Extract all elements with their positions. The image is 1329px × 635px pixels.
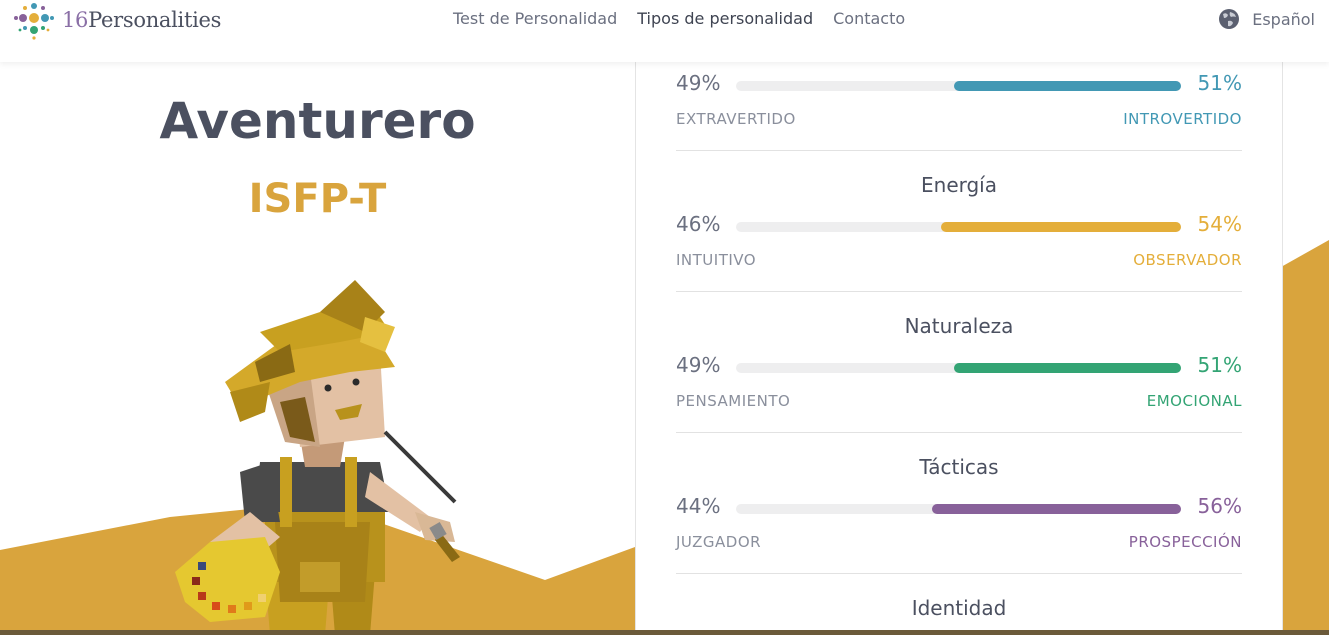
site-header: 16Personalities Test de Personalidad Tip… xyxy=(0,0,1329,62)
percent-left: 49% xyxy=(676,353,721,377)
traits-card: 49% 51% EXTRAVERTIDO INTROVERTIDO Energí… xyxy=(635,62,1283,635)
trait-title: Naturaleza xyxy=(904,314,1014,338)
adventurer-illustration xyxy=(175,280,460,635)
divider xyxy=(676,291,1242,292)
label-left: INTUITIVO xyxy=(676,251,757,269)
label-left: PENSAMIENTO xyxy=(676,392,791,410)
trait-bar-row: 44% 56% xyxy=(676,494,1242,520)
trait-bar-row: 49% 51% xyxy=(676,353,1242,379)
logo-text: 16Personalities xyxy=(62,8,221,32)
type-code: ISFP-T xyxy=(248,176,387,222)
trait-fill xyxy=(931,504,1181,514)
percent-left: 46% xyxy=(676,212,721,236)
trait-fill xyxy=(940,222,1181,232)
label-right: INTROVERTIDO xyxy=(1123,110,1242,128)
percent-right: 51% xyxy=(1197,353,1242,377)
globe-icon xyxy=(1219,9,1240,29)
logo[interactable]: 16Personalities xyxy=(12,0,221,40)
label-left: EXTRAVERTIDO xyxy=(676,110,796,128)
trait-title: Identidad xyxy=(911,596,1007,620)
trait-title: Tácticas xyxy=(919,455,999,479)
nav-types[interactable]: Tipos de personalidad xyxy=(637,9,813,28)
label-right: PROSPECCIÓN xyxy=(1128,533,1242,551)
divider xyxy=(676,150,1242,151)
divider xyxy=(676,432,1242,433)
type-name: Aventurero xyxy=(159,92,476,150)
logo-icon xyxy=(14,3,54,40)
label-right: OBSERVADOR xyxy=(1133,251,1242,269)
right-hill-background xyxy=(1281,240,1329,635)
percent-right: 56% xyxy=(1197,494,1242,518)
trait-title: Energía xyxy=(921,173,997,197)
nav-test[interactable]: Test de Personalidad xyxy=(453,9,617,28)
percent-right: 54% xyxy=(1197,212,1242,236)
hero-section: Aventurero ISFP-T xyxy=(0,62,635,635)
percent-right: 51% xyxy=(1197,71,1242,95)
trait-fill xyxy=(954,363,1181,373)
language-label: Español xyxy=(1252,9,1315,29)
nav-contact[interactable]: Contacto xyxy=(833,9,905,28)
percent-left: 44% xyxy=(676,494,721,518)
trait-track xyxy=(736,222,1181,232)
percent-left: 49% xyxy=(676,71,721,95)
trait-bar-row: 46% 54% xyxy=(676,212,1242,238)
language-selector[interactable]: Español xyxy=(1218,8,1315,30)
divider xyxy=(676,573,1242,574)
bottom-strip xyxy=(0,630,1329,635)
trait-fill xyxy=(954,81,1181,91)
label-right: EMOCIONAL xyxy=(1146,392,1242,410)
trait-bar-row: 49% 51% xyxy=(676,71,1242,97)
trait-track xyxy=(736,504,1181,514)
trait-track xyxy=(736,363,1181,373)
logo-word: Personalities xyxy=(88,8,222,32)
logo-number: 16 xyxy=(62,8,89,32)
main-nav: Test de Personalidad Tipos de personalid… xyxy=(453,9,905,28)
label-left: JUZGADOR xyxy=(676,533,762,551)
trait-track xyxy=(736,81,1181,91)
